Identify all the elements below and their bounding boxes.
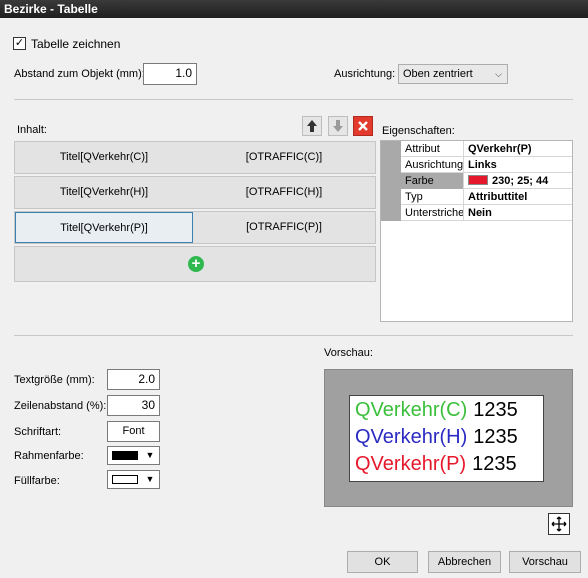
property-name: Attribut bbox=[401, 141, 464, 157]
move-down-button[interactable] bbox=[328, 116, 348, 136]
preview-line-value: 1235 bbox=[473, 426, 518, 448]
text-size-input[interactable]: 2.0 bbox=[107, 369, 160, 390]
ok-button[interactable]: OK bbox=[347, 551, 418, 573]
property-row-selected[interactable]: Farbe 230; 25; 44 bbox=[381, 173, 572, 189]
table-row[interactable]: Titel[QVerkehr(C)] [OTRAFFIC(C)] bbox=[14, 141, 376, 174]
preview-line-value: 1235 bbox=[473, 399, 518, 421]
chevron-down-icon: ▼ bbox=[145, 474, 155, 484]
table-row-selected[interactable]: Titel[QVerkehr(P)] [OTRAFFIC(P)] bbox=[14, 211, 376, 244]
property-name: Unterstriche bbox=[401, 205, 464, 221]
alignment-label: Ausrichtung: bbox=[334, 68, 396, 80]
alignment-value: Oben zentriert bbox=[403, 68, 473, 80]
row-title-cell: Titel[QVerkehr(H)] bbox=[59, 186, 149, 198]
divider-bottom bbox=[14, 335, 573, 336]
property-value: Nein bbox=[468, 207, 492, 219]
preview-line-value: 1235 bbox=[472, 453, 517, 475]
preview-line: QVerkehr(C) 1235 bbox=[355, 399, 518, 422]
arrow-up-icon bbox=[307, 120, 317, 132]
property-name: Farbe bbox=[401, 173, 464, 189]
table-row[interactable]: Titel[QVerkehr(H)] [OTRAFFIC(H)] bbox=[14, 176, 376, 209]
close-icon bbox=[358, 121, 368, 131]
color-value: 230; 25; 44 bbox=[492, 175, 549, 187]
fit-view-button[interactable] bbox=[548, 513, 570, 535]
property-value: QVerkehr(P) bbox=[468, 143, 532, 155]
fill-color-picker[interactable]: ▼ bbox=[107, 470, 160, 489]
font-label: Schriftart: bbox=[14, 426, 62, 438]
property-row[interactable]: Attribut QVerkehr(P) bbox=[381, 141, 572, 157]
property-name: Typ bbox=[401, 189, 464, 205]
fill-color-swatch bbox=[112, 475, 138, 484]
row-value-cell: [OTRAFFIC(H)] bbox=[245, 186, 323, 198]
property-row[interactable]: Unterstriche Nein bbox=[381, 205, 572, 221]
properties-grid: Attribut QVerkehr(P) Ausrichtung Links F… bbox=[380, 140, 573, 322]
property-gutter bbox=[381, 189, 401, 205]
property-value: 230; 25; 44 bbox=[465, 173, 548, 189]
move-up-button[interactable] bbox=[302, 116, 322, 136]
text-size-label: Textgröße (mm): bbox=[14, 374, 95, 386]
preview-line: QVerkehr(H) 1235 bbox=[355, 426, 518, 449]
preview-table: QVerkehr(C) 1235 QVerkehr(H) 1235 QVerkehr… bbox=[349, 395, 544, 482]
property-gutter bbox=[381, 205, 401, 221]
preview-panel: QVerkehr(C) 1235 QVerkehr(H) 1235 QVerkehr… bbox=[324, 369, 573, 507]
font-button[interactable]: Font bbox=[107, 421, 160, 442]
frame-color-swatch bbox=[112, 451, 138, 460]
property-name: Ausrichtung bbox=[401, 157, 464, 173]
content-table: Titel[QVerkehr(C)] [OTRAFFIC(C)] Titel[Q… bbox=[14, 141, 376, 283]
distance-label: Abstand zum Objekt (mm): bbox=[14, 68, 145, 80]
expand-icon bbox=[551, 516, 567, 532]
row-value-cell: [OTRAFFIC(C)] bbox=[245, 151, 323, 163]
cancel-button[interactable]: Abbrechen bbox=[428, 551, 501, 573]
property-gutter bbox=[381, 141, 401, 157]
frame-color-label: Rahmenfarbe: bbox=[14, 450, 84, 462]
property-value: Links bbox=[468, 159, 497, 171]
property-gutter bbox=[381, 157, 401, 173]
property-row[interactable]: Ausrichtung Links bbox=[381, 157, 572, 173]
property-row[interactable]: Typ Attributtitel bbox=[381, 189, 572, 205]
add-row-button[interactable]: + bbox=[188, 256, 204, 272]
property-gutter bbox=[381, 173, 401, 189]
color-swatch bbox=[468, 175, 488, 185]
preview-line: QVerkehr(P) 1235 bbox=[355, 453, 517, 476]
arrow-down-icon bbox=[333, 120, 343, 132]
line-spacing-input[interactable]: 30 bbox=[107, 395, 160, 416]
chevron-down-icon: ⌵ bbox=[495, 69, 502, 79]
row-title-cell: Titel[QVerkehr(C)] bbox=[59, 151, 149, 163]
preview-line-title: QVerkehr(P) bbox=[355, 453, 467, 475]
property-value: Attributtitel bbox=[468, 191, 528, 203]
preview-label: Vorschau: bbox=[324, 347, 373, 359]
preview-line-title: QVerkehr(C) bbox=[355, 399, 468, 421]
row-title-cell: Titel[QVerkehr(P)] bbox=[15, 212, 193, 243]
delete-row-button[interactable] bbox=[353, 116, 373, 136]
draw-table-label: Tabelle zeichnen bbox=[31, 37, 121, 51]
content-label: Inhalt: bbox=[17, 124, 47, 136]
chevron-down-icon: ▼ bbox=[145, 450, 155, 460]
preview-button[interactable]: Vorschau bbox=[509, 551, 581, 573]
properties-label: Eigenschaften: bbox=[382, 125, 455, 137]
frame-color-picker[interactable]: ▼ bbox=[107, 446, 160, 465]
preview-line-title: QVerkehr(H) bbox=[355, 426, 468, 448]
distance-input[interactable]: 1.0 bbox=[143, 63, 197, 85]
line-spacing-label: Zeilenabstand (%): bbox=[14, 400, 107, 412]
window-title: Bezirke - Tabelle bbox=[0, 0, 588, 18]
divider-top bbox=[14, 99, 573, 100]
row-value-cell: [OTRAFFIC(P)] bbox=[246, 221, 322, 233]
draw-table-checkbox[interactable]: ✓ bbox=[13, 37, 26, 50]
fill-color-label: Füllfarbe: bbox=[14, 475, 60, 487]
add-row-area: + bbox=[14, 246, 376, 282]
alignment-select[interactable]: Oben zentriert ⌵ bbox=[398, 64, 508, 84]
